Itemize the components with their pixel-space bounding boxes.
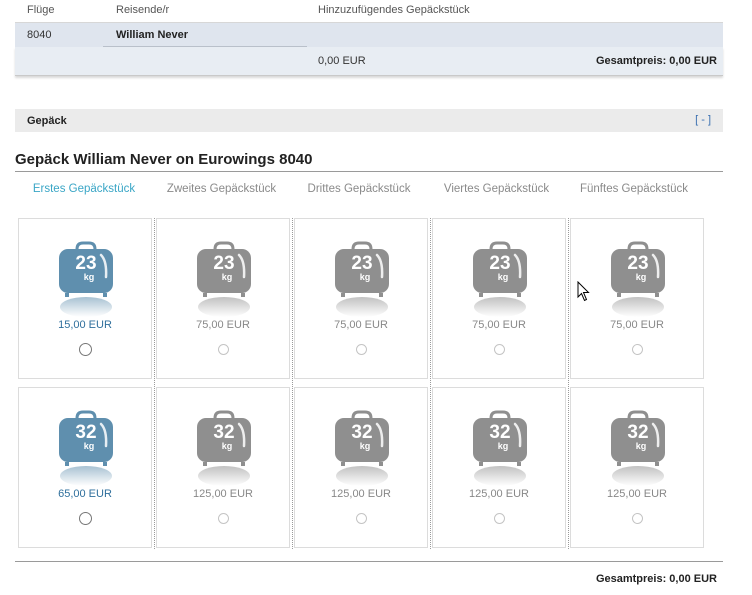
traveller-name: William Never [116, 29, 189, 41]
baggage-section-label: Gepäck [27, 115, 67, 127]
bag-weight-unit: kg [359, 441, 371, 451]
baggage-option-32kg-piece-1[interactable]: 32 kg 65,00 EUR [18, 387, 152, 548]
option-price: 15,00 EUR [58, 319, 112, 331]
baggage-option-32kg-piece-4[interactable]: 32 kg 125,00 EUR [432, 387, 566, 548]
bag-weight-value: 23 [627, 253, 649, 274]
option-price: 125,00 EUR [607, 488, 667, 500]
tab-piece-5[interactable]: Fünftes Gepäckstück [565, 183, 703, 195]
option-price: 75,00 EUR [472, 319, 526, 331]
option-radio[interactable] [356, 344, 367, 355]
header-flights: Flüge [27, 4, 55, 16]
option-price: 125,00 EUR [469, 488, 529, 500]
bag-weight-unit: kg [83, 272, 95, 282]
section-title: Gepäck William Never on Eurowings 8040 [15, 151, 313, 168]
bag-weight-label: 32 kg [333, 422, 391, 451]
summary-row: 8040 William Never [15, 23, 723, 47]
column-separator [154, 218, 155, 549]
title-divider [15, 171, 723, 172]
summary-header: Flüge Reisende/r Hinzuzufügendes Gepäcks… [15, 0, 723, 23]
bag-weight-value: 23 [351, 253, 373, 274]
baggage-section-header: Gepäck [ - ] [15, 109, 723, 132]
baggage-options-grid: 23 kg 15,00 EUR 23 kg 75,00 EUR 23 kg 75,00 EUR 2… [18, 218, 706, 549]
bag-weight-value: 32 [213, 422, 235, 443]
option-radio[interactable] [494, 513, 505, 524]
baggage-option-23kg-piece-2[interactable]: 23 kg 75,00 EUR [156, 218, 290, 379]
baggage-amount: 0,00 EUR [318, 55, 366, 67]
column-separator [568, 218, 569, 549]
bag-weight-label: 23 kg [609, 253, 667, 282]
bag-weight-unit: kg [497, 272, 509, 282]
option-radio[interactable] [79, 343, 92, 356]
option-radio[interactable] [632, 344, 643, 355]
bag-weight-value: 23 [489, 253, 511, 274]
tab-piece-1[interactable]: Erstes Gepäckstück [15, 183, 153, 195]
baggage-piece-tabs: Erstes Gepäckstück Zweites Gepäckstück Dri… [15, 183, 723, 199]
bag-weight-value: 23 [213, 253, 235, 274]
summary-footer: 0,00 EUR Gesamtpreis: 0,00 EUR [15, 47, 723, 76]
tab-piece-4[interactable]: Viertes Gepäckstück [428, 183, 566, 195]
column-separator [430, 218, 431, 549]
bag-weight-label: 32 kg [471, 422, 529, 451]
bag-weight-value: 32 [75, 422, 97, 443]
baggage-option-23kg-piece-4[interactable]: 23 kg 75,00 EUR [432, 218, 566, 379]
bag-weight-value: 32 [489, 422, 511, 443]
option-radio[interactable] [494, 344, 505, 355]
option-radio[interactable] [79, 512, 92, 525]
header-traveller: Reisende/r [116, 4, 170, 16]
baggage-option-23kg-piece-3[interactable]: 23 kg 75,00 EUR [294, 218, 428, 379]
option-price: 75,00 EUR [196, 319, 250, 331]
baggage-option-23kg-piece-1[interactable]: 23 kg 15,00 EUR [18, 218, 152, 379]
bag-weight-label: 23 kg [471, 253, 529, 282]
bag-weight-value: 23 [75, 253, 97, 274]
mouse-cursor-icon [577, 281, 590, 302]
bag-weight-label: 32 kg [195, 422, 253, 451]
bag-weight-label: 32 kg [609, 422, 667, 451]
option-radio[interactable] [218, 344, 229, 355]
bag-weight-unit: kg [221, 272, 233, 282]
baggage-option-32kg-piece-3[interactable]: 32 kg 125,00 EUR [294, 387, 428, 548]
summary-total-price: Gesamtpreis: 0,00 EUR [595, 55, 717, 67]
tab-piece-3[interactable]: Drittes Gepäckstück [290, 183, 428, 195]
bag-weight-unit: kg [221, 441, 233, 451]
option-price: 125,00 EUR [331, 488, 391, 500]
bag-weight-unit: kg [635, 441, 647, 451]
bag-weight-unit: kg [497, 441, 509, 451]
bag-weight-unit: kg [359, 272, 371, 282]
flight-number: 8040 [27, 29, 52, 41]
bag-weight-value: 32 [627, 422, 649, 443]
baggage-option-32kg-piece-5[interactable]: 32 kg 125,00 EUR [570, 387, 704, 548]
bottom-divider [15, 561, 723, 562]
option-radio[interactable] [356, 513, 367, 524]
column-separator [292, 218, 293, 549]
bag-weight-label: 32 kg [57, 422, 115, 451]
option-price: 75,00 EUR [334, 319, 388, 331]
option-price: 75,00 EUR [610, 319, 664, 331]
option-price: 125,00 EUR [193, 488, 253, 500]
footer-total-price: Gesamtpreis: 0,00 EUR [595, 573, 717, 585]
collapse-toggle[interactable]: [ - ] [695, 114, 711, 126]
option-radio[interactable] [632, 513, 643, 524]
option-price: 65,00 EUR [58, 488, 112, 500]
bag-weight-label: 23 kg [195, 253, 253, 282]
tab-piece-2[interactable]: Zweites Gepäckstück [153, 183, 291, 195]
header-baggage: Hinzuzufügendes Gepäckstück [318, 4, 470, 16]
bag-weight-unit: kg [83, 441, 95, 451]
bag-weight-unit: kg [635, 272, 647, 282]
booking-summary: Flüge Reisende/r Hinzuzufügendes Gepäcks… [15, 0, 723, 76]
bag-weight-value: 32 [351, 422, 373, 443]
bag-weight-label: 23 kg [57, 253, 115, 282]
option-radio[interactable] [218, 513, 229, 524]
baggage-option-32kg-piece-2[interactable]: 32 kg 125,00 EUR [156, 387, 290, 548]
bag-weight-label: 23 kg [333, 253, 391, 282]
